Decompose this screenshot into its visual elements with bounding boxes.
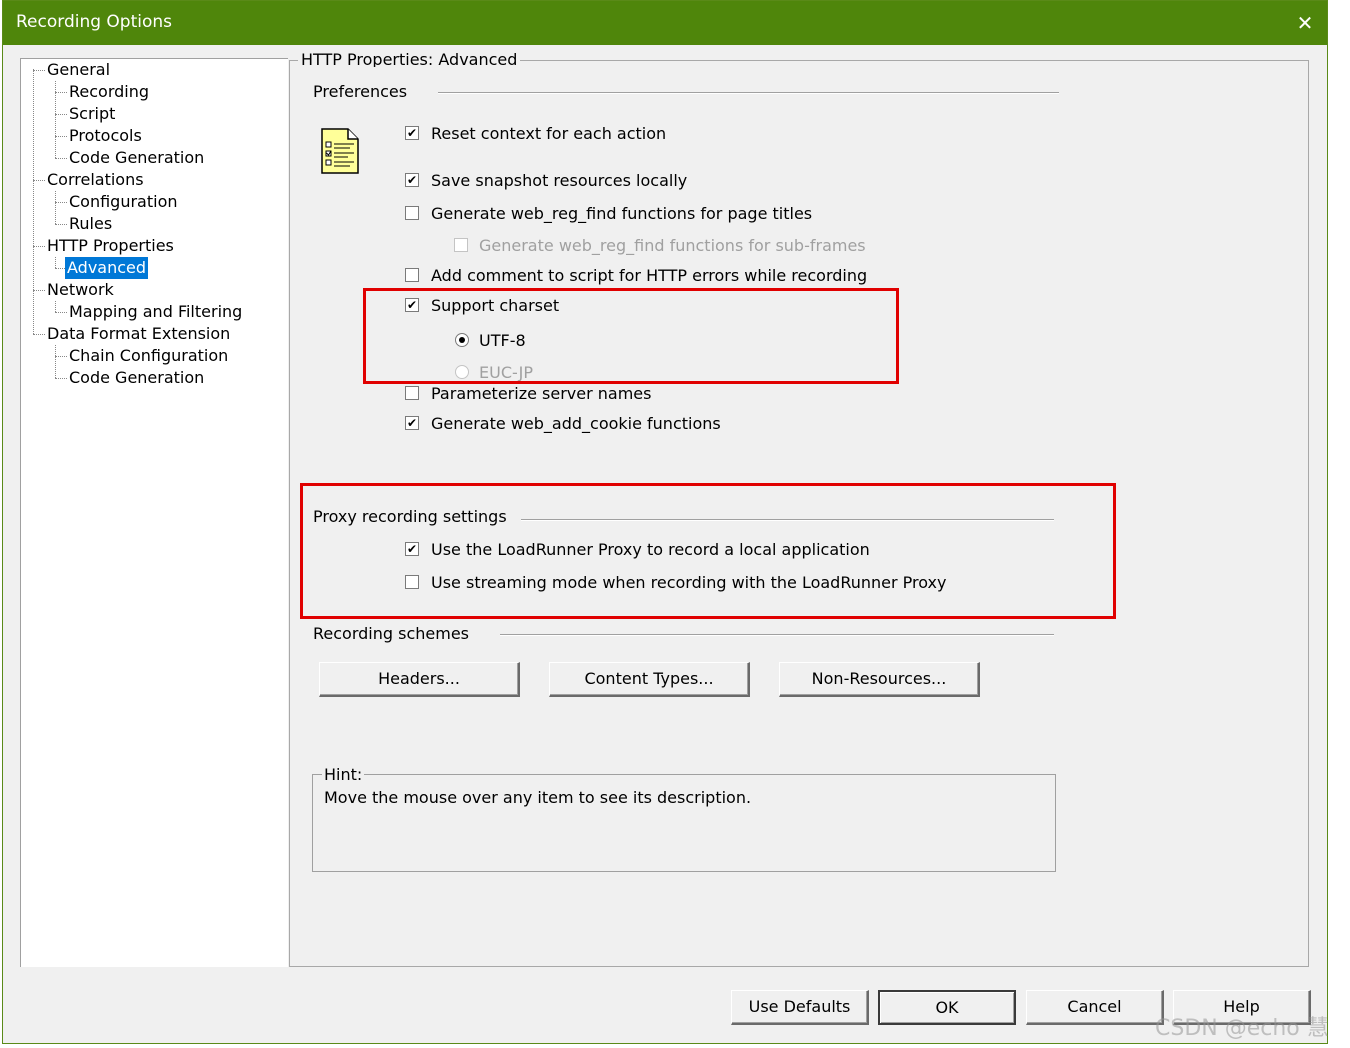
title-bar[interactable]: Recording Options ✕ (3, 1, 1327, 45)
use-proxy-checkbox[interactable]: ✔ (405, 542, 419, 556)
tree-item-configuration[interactable]: Configuration (67, 191, 180, 213)
save-snapshot-label: Save snapshot resources locally (431, 171, 688, 190)
ok-button[interactable]: OK (878, 990, 1016, 1025)
panel-title: HTTP Properties: Advanced (298, 49, 521, 67)
cancel-button[interactable]: Cancel (1026, 990, 1164, 1025)
utf8-radio[interactable] (455, 333, 469, 347)
non-resources-button[interactable]: Non-Resources... (779, 662, 980, 697)
hint-label: Hint: (322, 765, 365, 784)
add-cookie-label: Generate web_add_cookie functions (431, 414, 721, 433)
streaming-mode-label: Use streaming mode when recording with t… (431, 573, 947, 592)
tree-item-script[interactable]: Script (67, 103, 117, 125)
tree-item-rules[interactable]: Rules (67, 213, 114, 235)
euc-jp-radio (455, 365, 469, 379)
tree-item-chain-configuration[interactable]: Chain Configuration (67, 345, 230, 367)
support-charset-checkbox[interactable]: ✔ (405, 298, 419, 312)
tree-item-protocols[interactable]: Protocols (67, 125, 144, 147)
tree-item-data-format-extension[interactable]: Data Format Extension (45, 323, 232, 345)
http-error-comment-checkbox[interactable] (405, 268, 419, 282)
document-checklist-icon (321, 128, 359, 174)
reset-context-checkbox[interactable]: ✔ (405, 126, 419, 140)
tree-item-general[interactable]: General (45, 59, 112, 81)
utf8-label: UTF-8 (479, 331, 526, 350)
reg-find-page-titles-checkbox[interactable] (405, 206, 419, 220)
close-icon[interactable]: ✕ (1293, 11, 1317, 35)
preferences-divider (438, 92, 1059, 94)
tree-item-correlations[interactable]: Correlations (45, 169, 146, 191)
reg-find-subframes-label: Generate web_reg_find functions for sub-… (479, 236, 866, 255)
streaming-mode-checkbox[interactable] (405, 575, 419, 589)
reset-context-label: Reset context for each action (431, 124, 667, 143)
tree-item-code-generation-2[interactable]: Code Generation (67, 367, 206, 389)
content-types-button[interactable]: Content Types... (549, 662, 750, 697)
tree-item-http-properties[interactable]: HTTP Properties (45, 235, 176, 257)
tree-item-network[interactable]: Network (45, 279, 116, 301)
reg-find-subframes-checkbox (454, 238, 468, 252)
watermark-text: CSDN @echo 慧 (1155, 1016, 1329, 1041)
tree-item-mapping-and-filtering[interactable]: Mapping and Filtering (67, 301, 244, 323)
tree-item-advanced[interactable]: Advanced (65, 257, 149, 279)
hint-text: Move the mouse over any item to see its … (324, 788, 752, 807)
schemes-heading: Recording schemes (313, 624, 469, 643)
reg-find-page-titles-label: Generate web_reg_find functions for page… (431, 204, 813, 223)
tree-item-code-generation[interactable]: Code Generation (67, 147, 206, 169)
proxy-divider (521, 519, 1054, 521)
use-proxy-label: Use the LoadRunner Proxy to record a loc… (431, 540, 870, 559)
http-error-comment-label: Add comment to script for HTTP errors wh… (431, 266, 868, 285)
euc-jp-label: EUC-JP (479, 363, 534, 382)
use-defaults-button[interactable]: Use Defaults (731, 990, 869, 1025)
support-charset-label: Support charset (431, 296, 560, 315)
headers-button[interactable]: Headers... (319, 662, 520, 697)
save-snapshot-checkbox[interactable]: ✔ (405, 173, 419, 187)
preferences-heading: Preferences (313, 82, 408, 101)
add-cookie-checkbox[interactable]: ✔ (405, 416, 419, 430)
parameterize-servers-label: Parameterize server names (431, 384, 652, 403)
proxy-heading: Proxy recording settings (313, 507, 507, 526)
window-title: Recording Options (16, 12, 173, 32)
schemes-divider (500, 634, 1054, 636)
options-tree[interactable]: General Recording Script Protocols Code … (20, 58, 288, 967)
tree-item-recording[interactable]: Recording (67, 81, 151, 103)
parameterize-servers-checkbox[interactable] (405, 386, 419, 400)
